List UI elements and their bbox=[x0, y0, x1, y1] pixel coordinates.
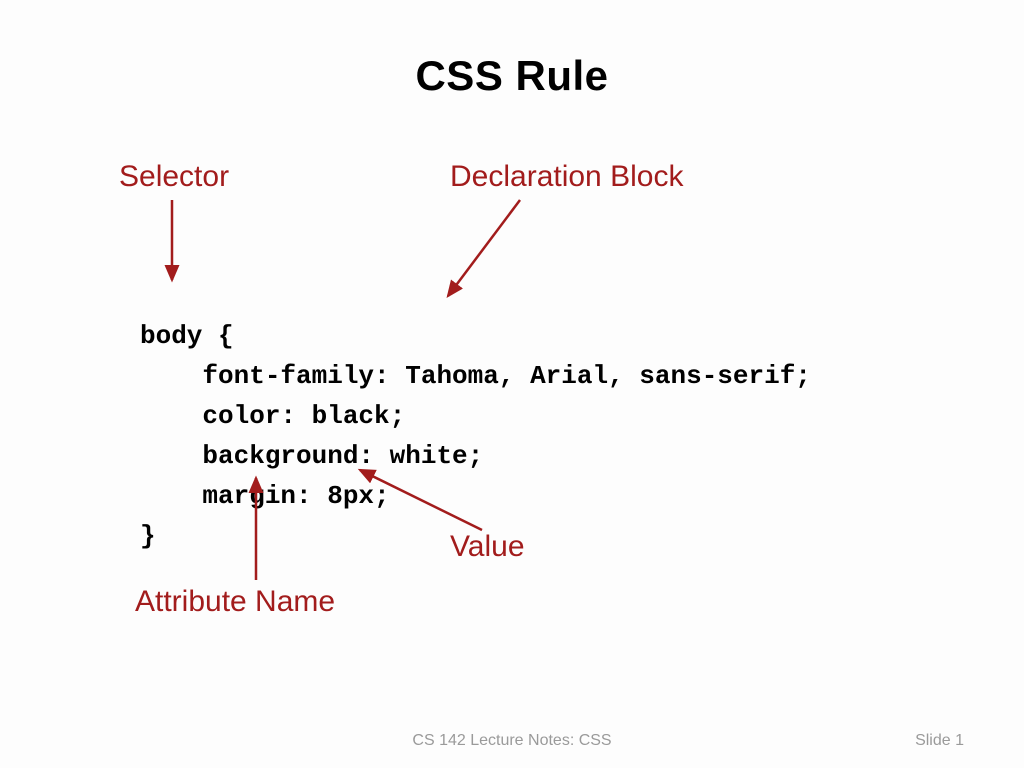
slide-title: CSS Rule bbox=[0, 52, 1024, 100]
footer-notes: CS 142 Lecture Notes: CSS bbox=[0, 732, 1024, 750]
slide-container: CSS Rule Selector Declaration Block Valu… bbox=[0, 0, 1024, 768]
footer-slide-number: Slide 1 bbox=[915, 732, 964, 750]
label-attribute-name: Attribute Name bbox=[135, 585, 335, 619]
label-selector: Selector bbox=[119, 160, 229, 194]
label-declaration-block: Declaration Block bbox=[450, 160, 683, 194]
code-block: body { font-family: Tahoma, Arial, sans-… bbox=[140, 316, 811, 556]
